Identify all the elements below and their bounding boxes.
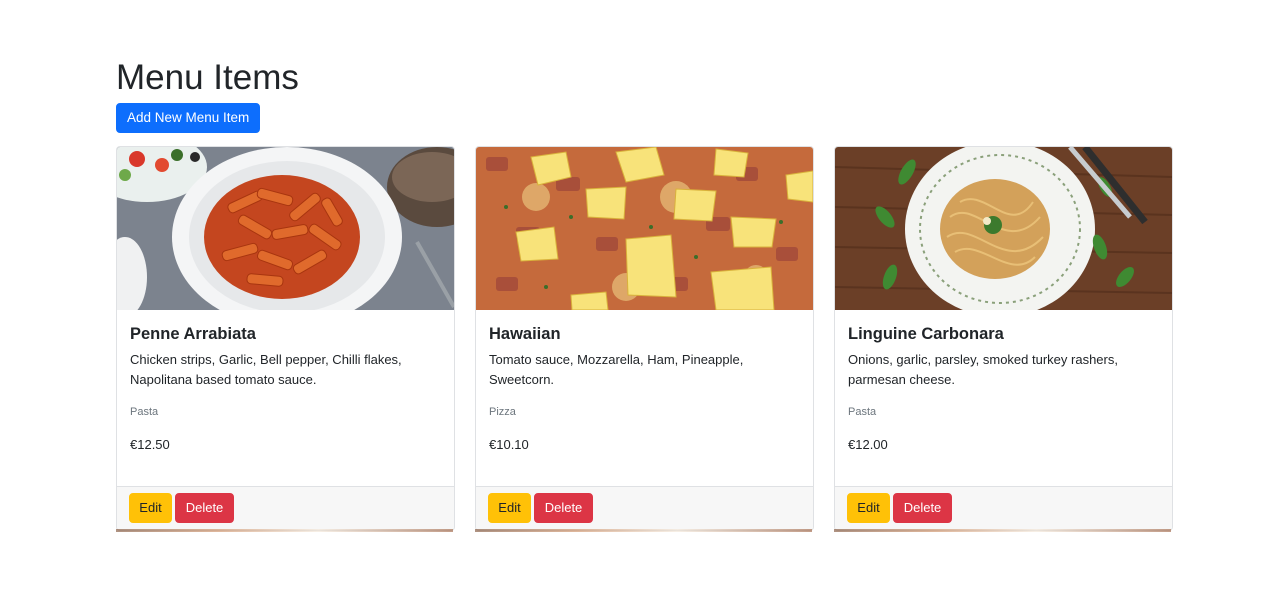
item-price: €12.50 [130,437,170,452]
item-category: Pizza [489,406,516,418]
menu-item-card: Penne Arrabiata Chicken strips, Garlic, … [116,146,455,531]
item-category: Pasta [848,406,877,418]
item-name: Linguine Carbonara [848,325,1004,343]
card-footer: Edit Delete [476,486,813,530]
edit-button[interactable]: Edit [488,493,531,523]
item-price: €12.00 [848,437,888,452]
edit-button[interactable]: Edit [129,493,172,523]
next-row-card-edge [116,529,453,532]
delete-button[interactable]: Delete [534,493,593,523]
item-description: Onions, garlic, parsley, smoked turkey r… [848,352,1118,387]
item-name: Penne Arrabiata [130,325,256,343]
add-menu-item-button[interactable]: Add New Menu Item [116,103,261,133]
item-price: €10.10 [489,437,529,452]
penne-pasta-photo [117,147,454,310]
next-row-card-edge [475,529,812,532]
item-category: Pasta [130,406,159,418]
menu-item-card: Hawaiian Tomato sauce, Mozzarella, Ham, … [475,146,814,531]
card-footer: Edit Delete [117,486,454,530]
item-name: Hawaiian [489,325,561,343]
penne-pasta-image [117,147,454,310]
edit-button[interactable]: Edit [847,493,890,523]
page-title: Menu Items [116,58,299,97]
hawaiian-pizza-image [476,147,813,310]
linguine-carbonara-photo [835,147,1172,310]
card-footer: Edit Delete [835,486,1172,530]
item-description: Tomato sauce, Mozzarella, Ham, Pineapple… [489,352,744,387]
delete-button[interactable]: Delete [893,493,952,523]
delete-button[interactable]: Delete [175,493,234,523]
linguine-carbonara-image [835,147,1172,310]
next-row-card-edge [834,529,1171,532]
menu-item-card: Linguine Carbonara Onions, garlic, parsl… [834,146,1173,531]
item-description: Chicken strips, Garlic, Bell pepper, Chi… [130,352,402,387]
hawaiian-pizza-photo [476,147,813,310]
